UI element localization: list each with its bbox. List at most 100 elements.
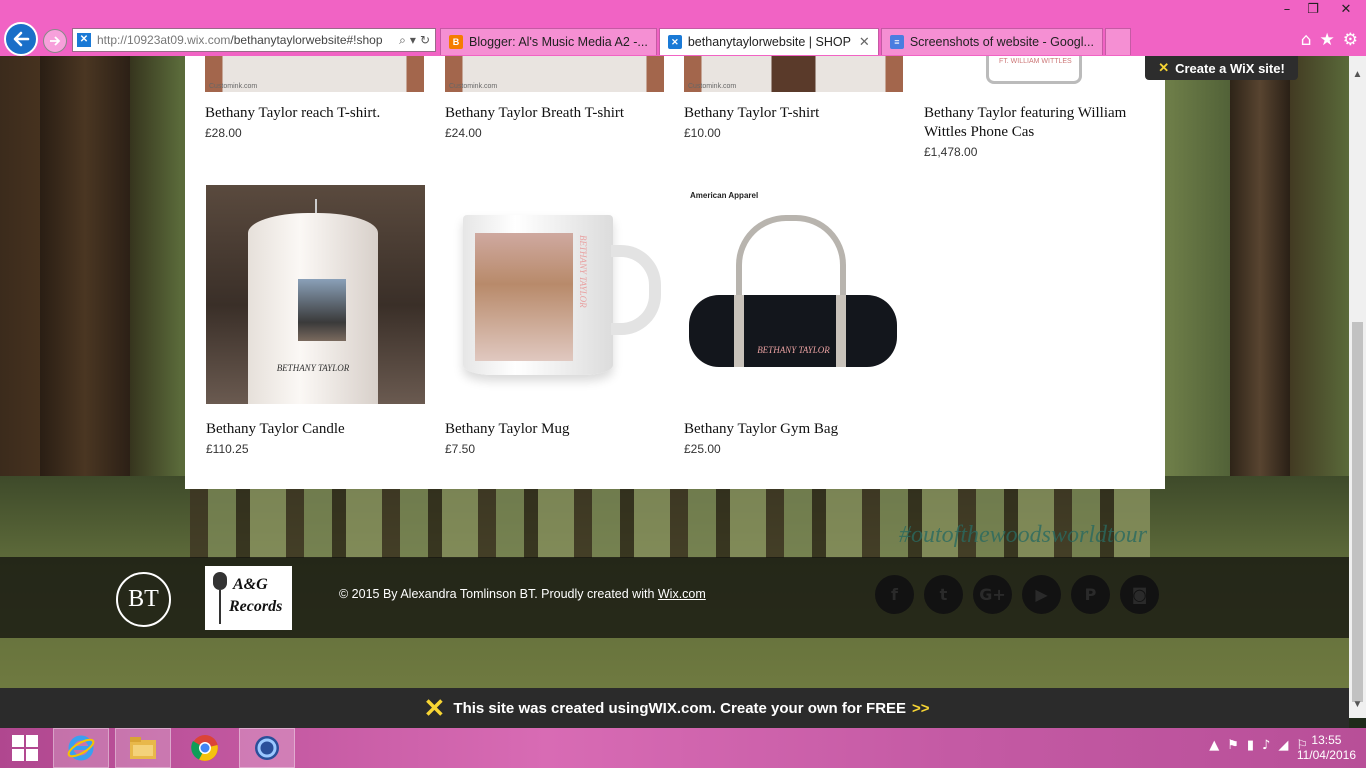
volume-icon[interactable]: ♪: [1262, 738, 1270, 753]
product-price: £110.25: [206, 442, 249, 456]
product-name[interactable]: Bethany Taylor reach T-shirt.: [205, 104, 424, 123]
windows-taskbar: ▲ ⚑ ▮ ♪ ◢ ⚐ 13:55 11/04/2016: [0, 728, 1366, 768]
tab-blogger[interactable]: B Blogger: Al's Music Media A2 -...: [440, 28, 657, 55]
folder-icon: [130, 737, 156, 759]
vertical-scrollbar[interactable]: ▲ ▼: [1349, 56, 1366, 718]
taskbar-clock[interactable]: 13:55 11/04/2016: [1297, 733, 1356, 763]
youtube-icon[interactable]: ▶: [1022, 575, 1061, 614]
favorites-star-icon[interactable]: ★: [1320, 30, 1335, 50]
product-image[interactable]: Customink.com: [205, 56, 424, 92]
label-logo-line2: Records: [229, 598, 283, 615]
hashtag-text: #outofthewoodsworldtour: [899, 522, 1148, 548]
product-image[interactable]: Customink.com: [445, 56, 664, 92]
microphone-stand: [219, 590, 221, 624]
product-image[interactable]: BETHANY TAYLOR: [445, 185, 664, 404]
blogger-icon: B: [449, 35, 463, 49]
product-item[interactable]: BETHANY TAYLOR Bethany Taylor Candle £11…: [206, 185, 425, 456]
new-tab-button[interactable]: [1104, 28, 1131, 55]
dropdown-icon[interactable]: ▾: [410, 33, 416, 48]
create-wix-site-badge[interactable]: ✕ Create a WiX site!: [1145, 56, 1298, 80]
product-price: £7.50: [445, 442, 476, 456]
tab-google-docs[interactable]: ≡ Screenshots of website - Googl...: [880, 28, 1103, 55]
product-name[interactable]: Bethany Taylor Mug: [445, 420, 664, 439]
battery-icon[interactable]: ▮: [1247, 738, 1254, 753]
bag-label: BETHANY TAYLOR: [757, 345, 830, 355]
action-center-icon[interactable]: ⚑: [1227, 738, 1239, 753]
facebook-icon[interactable]: f: [875, 575, 914, 614]
wix-star-icon: ✕: [1158, 60, 1170, 75]
window-controls: – ❐ ✕: [1274, 0, 1366, 20]
phone-case: FT. WILLIAM WITTLES: [986, 56, 1082, 84]
google-plus-icon[interactable]: G+: [973, 575, 1012, 614]
pinterest-icon[interactable]: P: [1071, 575, 1110, 614]
search-icon[interactable]: ⌕: [399, 33, 406, 48]
product-item[interactable]: Customink.com Bethany Taylor T-shirt £10…: [684, 56, 903, 140]
refresh-icon[interactable]: ↻: [420, 33, 430, 48]
clock-time: 13:55: [1311, 733, 1342, 747]
product-image[interactable]: American Apparel BETHANY TAYLOR: [684, 185, 903, 404]
minimize-icon[interactable]: –: [1274, 0, 1300, 20]
scroll-up-icon[interactable]: ▲: [1349, 66, 1366, 83]
scroll-down-icon[interactable]: ▼: [1349, 696, 1366, 713]
taskbar-app[interactable]: [239, 728, 295, 768]
candle-image: BETHANY TAYLOR: [248, 213, 378, 404]
clock-date: 11/04/2016: [1296, 748, 1356, 762]
tab-shop[interactable]: ✕ bethanytaylorwebsite | SHOP ✕: [658, 28, 879, 55]
scrollbar-thumb[interactable]: [1352, 322, 1363, 702]
product-item[interactable]: Customink.com Bethany Taylor reach T-shi…: [205, 56, 424, 140]
home-icon[interactable]: ⌂: [1301, 30, 1312, 50]
label-logo-line1: A&G: [233, 576, 268, 593]
start-button[interactable]: [0, 728, 50, 768]
product-name[interactable]: Bethany Taylor Gym Bag: [684, 420, 903, 439]
windows-logo-icon: [12, 735, 38, 761]
product-item[interactable]: Customink.com Bethany Taylor Breath T-sh…: [445, 56, 664, 140]
chrome-icon: [191, 735, 218, 761]
microphone-icon: [213, 572, 227, 590]
twitter-icon[interactable]: t: [924, 575, 963, 614]
copyright-prefix: © 2015 By Alexandra Tomlinson BT. Proudl…: [339, 587, 658, 601]
site-footer: #outofthewoodsworldtour BT A&G Records ©…: [0, 522, 1349, 638]
browser-chrome: – ❐ ✕ ✕ http://10923at09.wix.com/bethany…: [0, 0, 1366, 56]
thumb-watermark: Customink.com: [449, 83, 498, 90]
address-bar[interactable]: ✕ http://10923at09.wix.com/bethanytaylor…: [72, 28, 436, 52]
close-tab-icon[interactable]: ✕: [859, 34, 870, 50]
restore-icon[interactable]: ❐: [1300, 0, 1326, 20]
phone-case-text: FT. WILLIAM WITTLES: [999, 58, 1072, 65]
product-name[interactable]: Bethany Taylor featuring William Wittles…: [924, 104, 1143, 142]
url-text[interactable]: http://10923at09.wix.com/bethanytaylorwe…: [97, 33, 394, 47]
product-image[interactable]: FT. WILLIAM WITTLES: [924, 56, 1143, 92]
taskbar-file-explorer[interactable]: [115, 728, 171, 768]
product-item[interactable]: FT. WILLIAM WITTLES Bethany Taylor featu…: [924, 56, 1143, 159]
back-button[interactable]: [4, 22, 38, 56]
product-image[interactable]: Customink.com: [684, 56, 903, 92]
product-image[interactable]: BETHANY TAYLOR: [206, 185, 425, 404]
wix-ad-banner[interactable]: ✕ This site was created using WIX.com . …: [0, 688, 1349, 728]
product-name[interactable]: Bethany Taylor Candle: [206, 420, 425, 439]
wix-link[interactable]: Wix.com: [658, 587, 706, 601]
product-price: £24.00: [445, 126, 482, 140]
product-name[interactable]: Bethany Taylor Breath T-shirt: [445, 104, 664, 123]
google-docs-icon: ≡: [889, 35, 904, 49]
forward-button[interactable]: [43, 29, 67, 53]
record-label-logo[interactable]: A&G Records: [205, 566, 292, 630]
tab-label: bethanytaylorwebsite | SHOP: [687, 35, 851, 49]
wix-icon: ✕: [667, 35, 682, 49]
product-item[interactable]: American Apparel BETHANY TAYLOR Bethany …: [684, 185, 903, 456]
product-name[interactable]: Bethany Taylor T-shirt: [684, 104, 903, 123]
network-signal-icon[interactable]: ◢: [1278, 738, 1288, 753]
product-item[interactable]: BETHANY TAYLOR Bethany Taylor Mug £7.50: [445, 185, 664, 456]
taskbar-chrome[interactable]: [177, 728, 233, 768]
taskbar-internet-explorer[interactable]: [53, 728, 109, 768]
sync-app-icon: [255, 736, 279, 760]
show-hidden-icons-icon[interactable]: ▲: [1209, 738, 1219, 753]
settings-gear-icon[interactable]: ⚙: [1343, 30, 1358, 50]
instagram-icon[interactable]: ◙: [1120, 575, 1159, 614]
shop-gallery: Customink.com Bethany Taylor reach T-shi…: [185, 56, 1165, 489]
tab-label: Blogger: Al's Music Media A2 -...: [469, 35, 648, 49]
bag-band: [734, 295, 744, 367]
gym-bag-image: [689, 295, 897, 367]
bt-logo[interactable]: BT: [116, 572, 171, 627]
close-window-icon[interactable]: ✕: [1326, 0, 1366, 20]
copyright-text: © 2015 By Alexandra Tomlinson BT. Proudl…: [339, 587, 706, 601]
product-price: £25.00: [684, 442, 721, 456]
